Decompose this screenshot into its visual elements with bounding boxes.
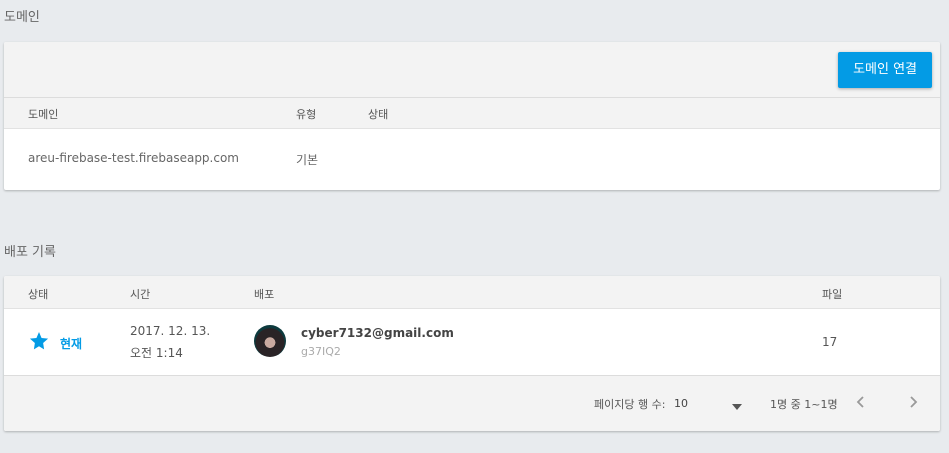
column-header-deploy[interactable]: 배포 [254,286,274,302]
domain-type: 기본 [296,153,319,167]
deploys-section-title: 배포 기록 [4,245,56,260]
deployer-email: cyber7132@gmail.com [301,326,454,340]
chevron-right-icon[interactable] [905,394,921,413]
arrow-drop-down-icon [732,400,742,413]
column-header-status[interactable]: 상태 [28,286,48,302]
domain-name: areu-firebase-test.firebaseapp.com [28,151,239,165]
table-row: areu-firebase-test.firebaseapp.com 기본 [4,129,940,189]
domains-table-header: 도메인 유형 상태 [4,97,940,129]
star-icon [29,332,49,351]
deploy-time: 오전 1:14 [130,346,183,360]
column-header-files[interactable]: 파일 [822,286,842,302]
domains-toolbar: 도메인 연결 [4,42,940,97]
deploys-table-header: 상태 시간 배포 파일 [4,276,940,309]
pagination-range: 1명 중 1~1명 [770,398,838,411]
rows-per-page-value: 10 [674,397,688,410]
avatar [254,325,286,357]
rows-per-page-label: 페이지당 행 수: [594,398,666,411]
rows-per-page-select[interactable]: 10 [674,390,746,416]
column-header-domain[interactable]: 도메인 [28,106,58,122]
domains-card: 도메인 연결 도메인 유형 상태 areu-firebase-test.fire… [4,42,940,190]
chevron-left-icon[interactable] [853,394,869,413]
column-header-time[interactable]: 시간 [130,286,150,302]
domains-section-title: 도메인 [4,10,40,25]
column-header-status[interactable]: 상태 [368,106,388,122]
pagination-footer: 페이지당 행 수: 10 1명 중 1~1명 [4,375,940,431]
file-count: 17 [822,335,838,349]
connect-domain-button[interactable]: 도메인 연결 [838,52,932,88]
deploy-date: 2017. 12. 13. [130,324,211,338]
status-current-label: 현재 [60,337,83,351]
deploy-hash: g37IQ2 [301,345,341,358]
column-header-type[interactable]: 유형 [296,106,316,122]
deploys-card: 상태 시간 배포 파일 현재 2017. 12. 13. 오전 1:14 cyb… [4,276,940,431]
table-row: 현재 2017. 12. 13. 오전 1:14 cyber7132@gmail… [4,309,940,375]
